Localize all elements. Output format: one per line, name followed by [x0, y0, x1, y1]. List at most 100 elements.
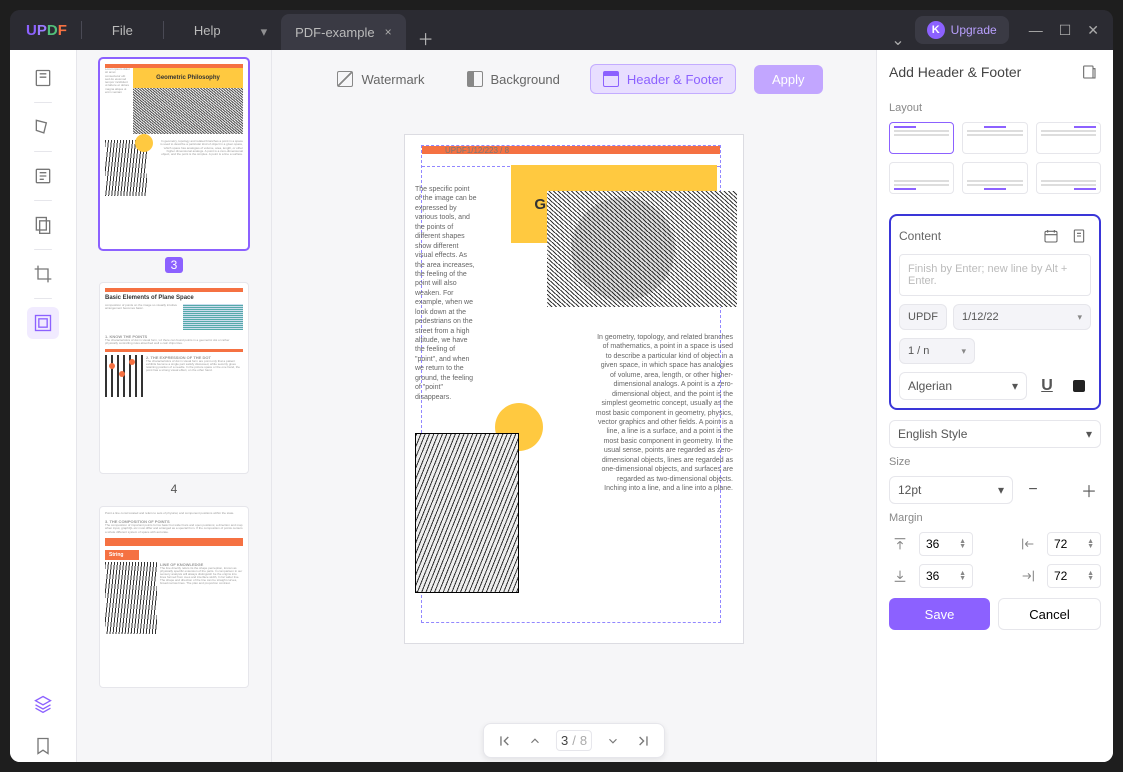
separator — [34, 200, 52, 201]
organize-tool[interactable] — [27, 209, 59, 241]
page-text-left: The specific point of the image can be e… — [415, 185, 477, 402]
next-page-icon[interactable] — [604, 734, 622, 748]
layout-option-top-center[interactable] — [962, 122, 1027, 154]
separator — [34, 151, 52, 152]
save-template-icon[interactable] — [1077, 60, 1101, 84]
panel-title: Add Header & Footer — [889, 64, 1021, 80]
thumb-label-4: 4 — [99, 482, 249, 496]
comment-tool[interactable] — [27, 111, 59, 143]
page-tools-tool[interactable] — [27, 307, 59, 339]
cancel-button[interactable]: Cancel — [998, 598, 1101, 630]
chevron-down-icon: ▾ — [261, 24, 268, 40]
background-icon — [467, 71, 483, 87]
text-color-icon[interactable] — [1067, 374, 1091, 398]
paginator: 3 / 8 — [483, 723, 665, 758]
chevron-down-icon: ▾ — [998, 483, 1004, 497]
left-tool-rail — [10, 50, 77, 762]
content-input[interactable]: Finish by Enter; new line by Alt + Enter… — [899, 254, 1091, 296]
minimize-icon[interactable]: — — [1029, 22, 1043, 38]
apply-button[interactable]: Apply — [754, 65, 823, 94]
margin-top-input[interactable]: 36▲▼ — [919, 532, 973, 556]
chip-brand[interactable]: UPDF — [899, 304, 947, 330]
thumbnail-page-5[interactable]: Point a line const located and refers to… — [99, 506, 249, 688]
page-number-input[interactable]: 3 / 8 — [556, 730, 592, 751]
insert-date-icon[interactable] — [1039, 224, 1063, 248]
margin-label: Margin — [889, 512, 1101, 524]
edit-tool[interactable] — [27, 160, 59, 192]
number-style-select[interactable]: English Style▾ — [889, 420, 1101, 448]
new-tab-button[interactable]: ＋ — [406, 26, 446, 50]
layout-option-bottom-right[interactable] — [1036, 162, 1101, 194]
separator — [34, 102, 52, 103]
page-text-right: In geometry, topology, and related branc… — [595, 333, 733, 493]
reader-tool[interactable] — [27, 62, 59, 94]
header-preview-text: UPDF1/12/223 / 8 — [445, 146, 509, 155]
tab-watermark[interactable]: Watermark — [325, 65, 436, 93]
close-window-icon[interactable]: ✕ — [1087, 22, 1099, 39]
tabs-overflow-icon[interactable]: ⌄ — [881, 30, 914, 50]
first-page-icon[interactable] — [496, 733, 514, 749]
page-tools-tabs: Watermark Background Header & Footer App… — [325, 64, 822, 94]
chip-page[interactable]: 1 / n▾ — [899, 338, 975, 364]
margin-top-icon — [889, 536, 911, 552]
margin-right-icon — [1017, 568, 1039, 584]
tab-generic[interactable]: ▾ — [247, 14, 282, 50]
layout-option-top-right[interactable] — [1036, 122, 1101, 154]
layout-grid — [889, 122, 1101, 194]
upgrade-button[interactable]: K Upgrade — [915, 16, 1009, 44]
last-page-icon[interactable] — [634, 733, 652, 749]
font-select[interactable]: Algerian▾ — [899, 372, 1027, 400]
layout-option-bottom-center[interactable] — [962, 162, 1027, 194]
editor-body: Lorem ipsum dolor sit amet consectetur e… — [10, 50, 1113, 762]
avatar: K — [927, 21, 945, 39]
size-label: Size — [889, 456, 1101, 468]
chevron-down-icon: ▾ — [1012, 379, 1018, 393]
page-artwork-right — [547, 191, 737, 307]
separator — [34, 298, 52, 299]
close-tab-icon[interactable]: × — [385, 25, 392, 39]
layout-option-top-left[interactable] — [889, 122, 954, 154]
thumb-label-3: 3 — [99, 258, 249, 272]
margin-right-input[interactable]: 72▲▼ — [1047, 564, 1101, 588]
layout-option-bottom-left[interactable] — [889, 162, 954, 194]
menu-help[interactable]: Help — [194, 23, 221, 38]
save-button[interactable]: Save — [889, 598, 990, 630]
tab-background[interactable]: Background — [455, 65, 572, 93]
margin-left-icon — [1017, 536, 1039, 552]
window-controls: — ☐ ✕ — [1015, 22, 1113, 39]
menu-file[interactable]: File — [112, 23, 133, 38]
separator — [81, 21, 82, 39]
size-select[interactable]: 12pt▾ — [889, 476, 1013, 504]
thumbnail-page-4[interactable]: Basic Elements of Plane Space compositio… — [99, 282, 249, 474]
margin-left-input[interactable]: 72▲▼ — [1047, 532, 1101, 556]
thumbnail-page-3[interactable]: Lorem ipsum dolor sit amet consectetur e… — [99, 58, 249, 250]
margin-bottom-input[interactable]: 36▲▼ — [919, 564, 973, 588]
chevron-down-icon: ▾ — [961, 346, 966, 357]
separator — [34, 249, 52, 250]
insert-page-icon[interactable] — [1067, 224, 1091, 248]
tab-pdf-example[interactable]: PDF-example × — [281, 14, 405, 50]
thumb-title: Geometric Philosophy — [133, 68, 243, 88]
size-decrease-button[interactable]: − — [1021, 478, 1045, 502]
chevron-down-icon: ▾ — [1077, 312, 1082, 323]
content-label: Content — [899, 229, 941, 243]
upgrade-label: Upgrade — [951, 23, 997, 37]
header-footer-panel: Add Header & Footer Layout Content — [876, 50, 1113, 762]
chevron-down-icon: ▾ — [1086, 427, 1092, 441]
editor-canvas: Watermark Background Header & Footer App… — [272, 50, 876, 762]
chip-date[interactable]: 1/12/22▾ — [953, 304, 1091, 330]
layers-tool[interactable] — [27, 688, 59, 720]
watermark-icon — [337, 71, 353, 87]
page-artwork-bottom-left — [415, 433, 519, 593]
page-preview: UPDF1/12/223 / 8 Geometric Philosophy Th… — [404, 134, 744, 644]
size-increase-button[interactable]: ＋ — [1077, 478, 1101, 502]
bookmark-tool[interactable] — [27, 730, 59, 762]
title-bar: UPDF File Help ▾ PDF-example × ＋ ⌄ K Upg… — [10, 10, 1113, 50]
margin-bottom-icon — [889, 568, 911, 584]
tab-strip: ▾ PDF-example × ＋ ⌄ — [247, 10, 915, 50]
underline-icon[interactable]: U — [1035, 374, 1059, 398]
tab-header-footer[interactable]: Header & Footer — [590, 64, 736, 94]
maximize-icon[interactable]: ☐ — [1059, 22, 1072, 39]
crop-tool[interactable] — [27, 258, 59, 290]
prev-page-icon[interactable] — [526, 734, 544, 748]
